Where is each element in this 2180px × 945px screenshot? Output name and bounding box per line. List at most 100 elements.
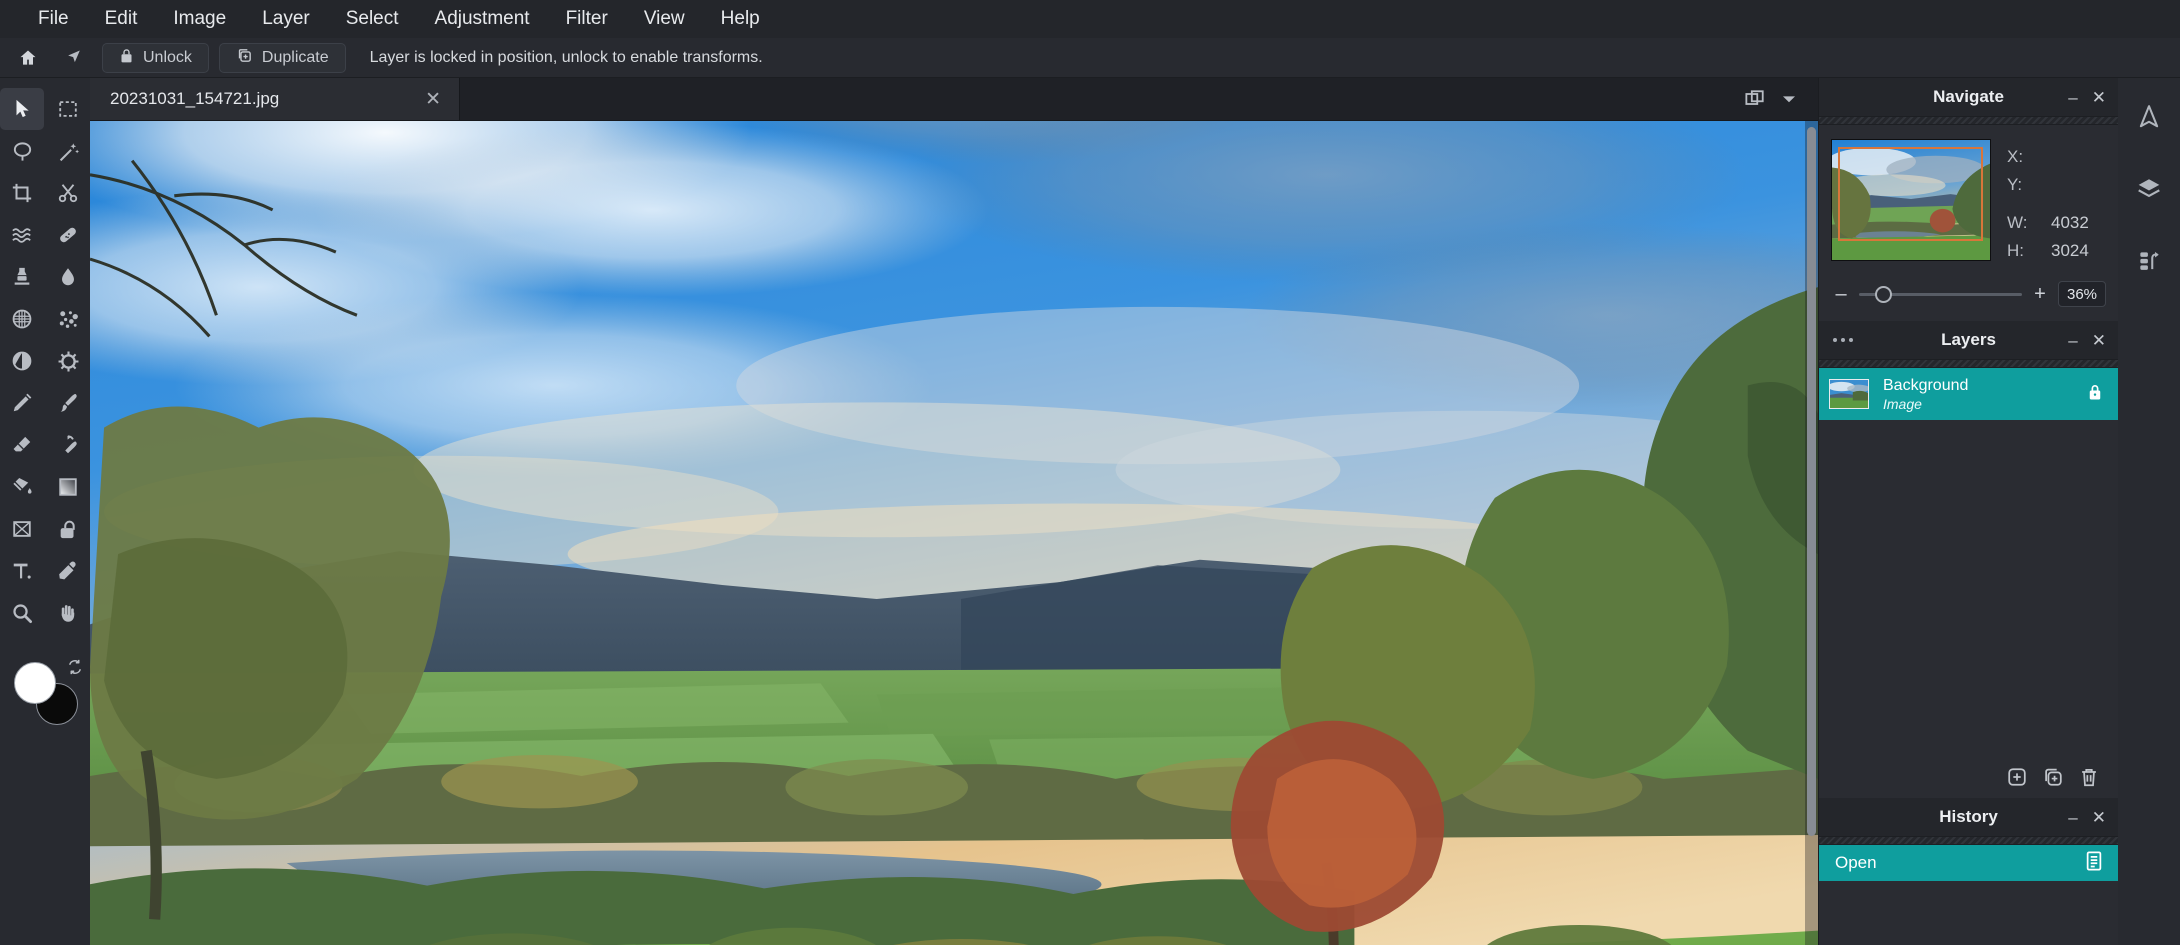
zoom-slider[interactable]: [1859, 285, 2022, 303]
history-entry-label: Open: [1835, 853, 1877, 873]
history-panel: History – ✕ Open: [1819, 798, 2118, 945]
table-row[interactable]: Background Image: [1819, 368, 2118, 420]
document-area: 20231031_154721.jpg ✕: [90, 78, 1818, 945]
tool-transform-box[interactable]: [0, 508, 44, 550]
history-panel-grip: [1819, 836, 2118, 845]
trash-icon[interactable]: [2078, 766, 2100, 788]
scrollbar-thumb[interactable]: [1807, 127, 1816, 836]
tool-healing-patch[interactable]: [46, 214, 90, 256]
menu-item-edit[interactable]: Edit: [89, 2, 154, 36]
history-close-button[interactable]: ✕: [2092, 809, 2106, 826]
navigator-x-label: X:: [2007, 147, 2037, 167]
tool-zoom[interactable]: [0, 592, 44, 634]
document-tab[interactable]: 20231031_154721.jpg ✕: [90, 78, 460, 120]
menu-item-select[interactable]: Select: [330, 2, 415, 36]
menu-item-help[interactable]: Help: [705, 2, 776, 36]
editor-body: 20231031_154721.jpg ✕: [0, 78, 2180, 945]
tool-rectangle-select[interactable]: [46, 88, 90, 130]
tool-gradient[interactable]: [46, 466, 90, 508]
history-list-icon[interactable]: [2126, 240, 2172, 282]
tool-mesh-warp[interactable]: [0, 298, 44, 340]
right-panel-column: Navigate – ✕: [1818, 78, 2118, 945]
tool-pencil[interactable]: [0, 382, 44, 424]
tool-eraser[interactable]: [0, 424, 44, 466]
canvas-viewport[interactable]: [90, 121, 1818, 945]
tool-crop[interactable]: [0, 172, 44, 214]
navigator-thumbnail[interactable]: [1831, 139, 1991, 261]
menu-item-view[interactable]: View: [628, 2, 701, 36]
tool-lock[interactable]: [46, 508, 90, 550]
menu-item-file[interactable]: File: [22, 2, 85, 36]
layers-close-button[interactable]: ✕: [2092, 332, 2106, 349]
layers-minimize-button[interactable]: –: [2068, 332, 2077, 349]
layers-panel-grip: [1819, 359, 2118, 368]
move-tool-icon[interactable]: [56, 43, 92, 73]
zoom-percent-field[interactable]: 36%: [2058, 281, 2106, 307]
tool-sharpen[interactable]: [46, 340, 90, 382]
overflow-menu-icon[interactable]: [1833, 338, 1853, 342]
navigate-close-button[interactable]: ✕: [2092, 89, 2106, 106]
tool-text[interactable]: [0, 550, 44, 592]
navigator-w-value: 4032: [2051, 213, 2089, 233]
menu-bar: File Edit Image Layer Select Adjustment …: [0, 0, 2180, 38]
zoom-slider-knob[interactable]: [1875, 286, 1892, 303]
duplicate-layer-button[interactable]: [2042, 766, 2064, 788]
tool-eyedropper[interactable]: [46, 550, 90, 592]
tool-paintbrush[interactable]: [46, 382, 90, 424]
lock-icon[interactable]: [2086, 382, 2104, 407]
tool-history-brush[interactable]: [46, 424, 90, 466]
list-item[interactable]: Open: [1819, 845, 2118, 881]
chevron-down-icon[interactable]: [1776, 90, 1802, 108]
tool-magic-wand[interactable]: [46, 130, 90, 172]
navigator-viewport-rect[interactable]: [1838, 147, 1983, 241]
document-tab-label: 20231031_154721.jpg: [110, 89, 279, 109]
history-panel-title: History: [1939, 807, 1998, 827]
layers-stack-icon[interactable]: [2126, 168, 2172, 210]
canvas-image[interactable]: [90, 121, 1818, 945]
canvas-vertical-scrollbar[interactable]: [1805, 121, 1818, 945]
history-minimize-button[interactable]: –: [2068, 809, 2077, 826]
navigator-field-y: Y:: [2007, 171, 2108, 199]
tool-liquify[interactable]: [0, 214, 44, 256]
document-icon: [2084, 850, 2104, 877]
swap-colors-icon[interactable]: [66, 658, 84, 681]
tool-clone-stamp[interactable]: [0, 256, 44, 298]
navigate-arrow-icon[interactable]: [2126, 96, 2172, 138]
image-editor-window: File Edit Image Layer Select Adjustment …: [0, 0, 2180, 945]
tool-lasso-select[interactable]: [0, 130, 44, 172]
document-tabstrip: 20231031_154721.jpg ✕: [90, 78, 1818, 121]
navigator-h-label: H:: [2007, 241, 2037, 261]
tool-hand[interactable]: [46, 592, 90, 634]
menu-item-filter[interactable]: Filter: [550, 2, 624, 36]
layer-name: Background: [1883, 377, 1968, 395]
menu-item-adjustment[interactable]: Adjustment: [419, 2, 546, 36]
tool-scissors[interactable]: [46, 172, 90, 214]
layers-footer-toolbar: [1819, 756, 2118, 798]
home-icon[interactable]: [10, 43, 46, 73]
tool-blur-drop[interactable]: [46, 256, 90, 298]
zoom-out-button[interactable]: –: [1833, 283, 1849, 306]
navigator-fields: X: Y: W: 4032 H:: [2007, 139, 2108, 265]
menu-item-layer[interactable]: Layer: [246, 2, 326, 36]
close-icon[interactable]: ✕: [425, 88, 441, 111]
navigator-field-h: H: 3024: [2007, 237, 2108, 265]
tool-particles[interactable]: [46, 298, 90, 340]
navigator-field-x: X:: [2007, 143, 2108, 171]
add-layer-button[interactable]: [2006, 766, 2028, 788]
unlock-button[interactable]: Unlock: [102, 43, 209, 73]
window-tile-icon[interactable]: [1738, 85, 1772, 113]
foreground-color-swatch[interactable]: [14, 662, 56, 704]
tool-paint-bucket[interactable]: [0, 466, 44, 508]
duplicate-button[interactable]: Duplicate: [219, 43, 346, 73]
tool-dodge-burn[interactable]: [0, 340, 44, 382]
menu-item-image[interactable]: Image: [157, 2, 242, 36]
unlock-button-label: Unlock: [143, 49, 192, 67]
layers-list: Background Image: [1819, 368, 2118, 798]
navigate-panel: Navigate – ✕: [1819, 78, 2118, 321]
navigate-minimize-button[interactable]: –: [2068, 89, 2077, 106]
duplicate-button-label: Duplicate: [262, 49, 329, 67]
color-swatches: [10, 656, 80, 736]
tool-move[interactable]: [0, 88, 44, 130]
zoom-in-button[interactable]: +: [2032, 283, 2048, 306]
duplicate-icon: [236, 47, 253, 69]
